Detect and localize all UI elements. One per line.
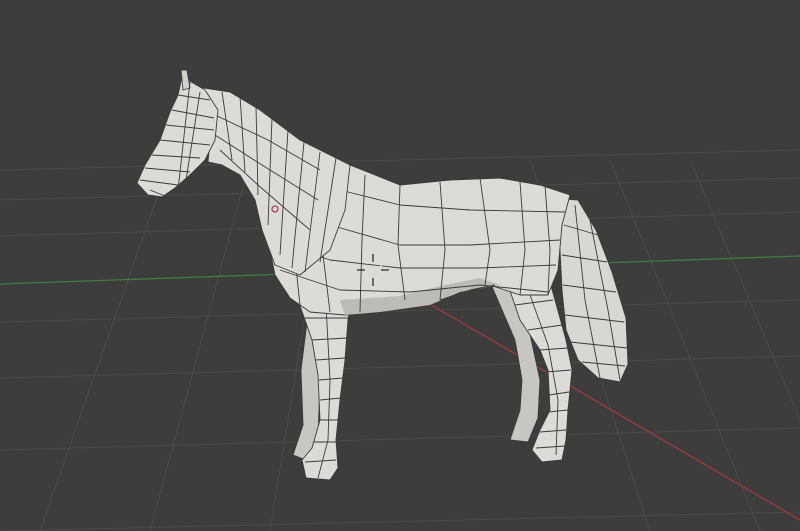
head[interactable] [136, 71, 219, 198]
ear [180, 69, 191, 91]
3d-viewport[interactable] [0, 0, 800, 531]
horse-mesh[interactable] [136, 69, 629, 481]
viewport-canvas[interactable] [0, 0, 800, 531]
